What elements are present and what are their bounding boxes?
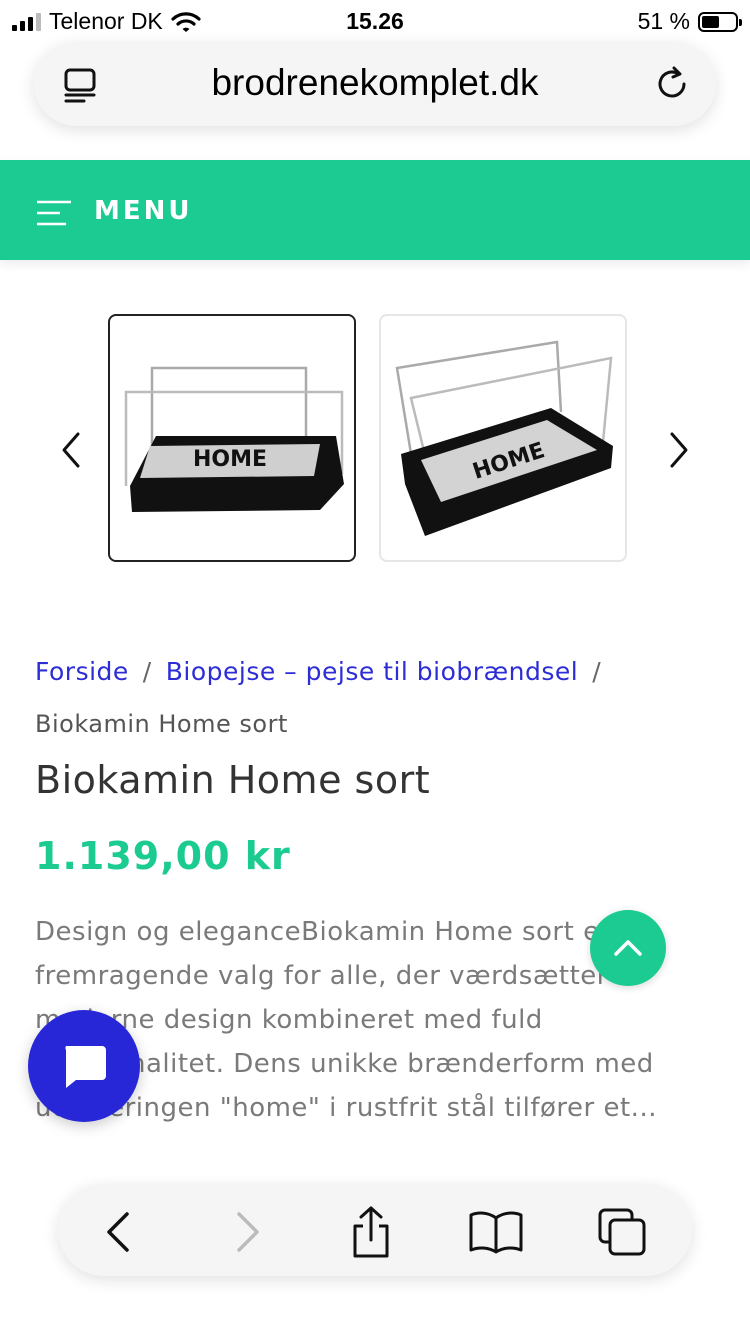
gallery-prev-icon[interactable] — [58, 430, 84, 470]
product-image: HOME — [124, 366, 344, 512]
breadcrumb-category-link[interactable]: Biopejse – pejse til biobrændsel — [166, 657, 578, 686]
product-price: 1.139,00 kr — [35, 834, 291, 878]
tabs-icon — [598, 1208, 646, 1256]
menu-label[interactable]: MENU — [94, 196, 193, 226]
share-icon — [353, 1206, 389, 1258]
breadcrumb-separator: / — [592, 657, 602, 686]
battery-group: 51 % — [637, 8, 742, 35]
battery-icon — [698, 11, 742, 32]
battery-percent: 51 % — [637, 8, 690, 34]
gallery-next-icon[interactable] — [666, 430, 692, 470]
gallery-thumbnail-2[interactable]: HOME — [379, 314, 627, 562]
breadcrumb: Forside / Biopejse – pejse til biobrændsel… — [35, 646, 725, 750]
url-text[interactable]: brodrenekomplet.dk — [34, 62, 716, 104]
chevron-up-icon — [614, 940, 642, 956]
forward-button[interactable] — [220, 1204, 276, 1260]
chat-bubble-icon — [65, 1046, 106, 1088]
reload-icon[interactable] — [652, 64, 692, 104]
address-bar[interactable]: brodrenekomplet.dk — [34, 42, 716, 126]
scroll-to-top-button[interactable] — [590, 910, 666, 986]
book-icon — [469, 1211, 523, 1254]
back-button[interactable] — [90, 1204, 146, 1260]
status-bar: Telenor DK 15.26 51 % — [0, 0, 750, 44]
chevron-right-icon — [237, 1212, 259, 1252]
product-title: Biokamin Home sort — [35, 758, 431, 802]
chat-button[interactable] — [28, 1010, 140, 1122]
breadcrumb-home-link[interactable]: Forside — [35, 657, 129, 686]
home-logo: HOME — [193, 447, 267, 472]
breadcrumb-separator: / — [142, 657, 152, 686]
chevron-left-icon — [107, 1212, 129, 1252]
browser-toolbar — [58, 1184, 692, 1276]
gallery-thumbnail-1[interactable]: HOME — [108, 314, 356, 562]
share-button[interactable] — [343, 1204, 399, 1260]
tabs-button[interactable] — [594, 1204, 650, 1260]
product-image: HOME — [395, 340, 613, 536]
breadcrumb-current: Biokamin Home sort — [35, 710, 288, 738]
site-menu-bar[interactable]: MENU — [0, 160, 750, 260]
bookmarks-button[interactable] — [468, 1204, 524, 1260]
hamburger-icon[interactable] — [36, 200, 72, 226]
